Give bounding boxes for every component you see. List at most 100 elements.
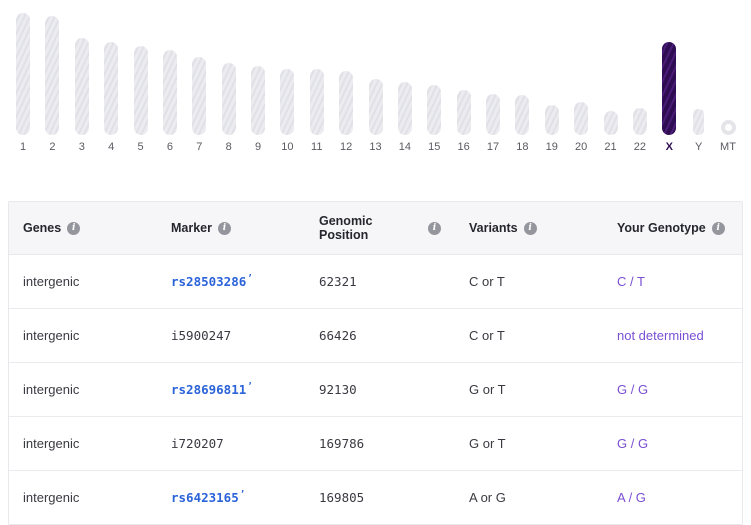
chromosome-Y-label: Y xyxy=(694,141,703,153)
chromosome-2[interactable]: 2 xyxy=(39,16,65,153)
genotype-cell: A / G xyxy=(603,470,742,525)
column-header-marker: Marker xyxy=(157,202,305,255)
chromosome-11-label: 11 xyxy=(311,141,323,153)
chromosome-14[interactable]: 14 xyxy=(392,82,418,153)
chromosome-10-shape xyxy=(280,69,295,135)
chromosome-1-label: 1 xyxy=(19,141,27,153)
column-header-genes-label: Genes xyxy=(23,221,62,235)
chromosome-19-label: 19 xyxy=(545,141,558,153)
variants-cell: A or G xyxy=(455,470,603,525)
column-header-genomic-position: Genomic Position xyxy=(305,202,455,255)
chromosome-ideogram: 1 2 3 4 5 6 7 8 9 10 11 12 13 14 15 16 1… xyxy=(0,0,751,153)
table-row: intergenic rs6423165 169805 A or G A / G xyxy=(9,470,742,525)
chromosome-10-label: 10 xyxy=(281,141,294,153)
gene-cell: intergenic xyxy=(9,416,157,472)
citation-mark-icon xyxy=(240,490,245,500)
chromosome-11-shape xyxy=(309,69,324,135)
info-icon[interactable] xyxy=(218,221,231,235)
chromosome-4[interactable]: 4 xyxy=(98,42,124,153)
chromosome-X[interactable]: X xyxy=(656,42,682,153)
chromosome-14-shape xyxy=(397,82,412,135)
table-row: intergenic i720207 169786 G or T G / G xyxy=(9,416,742,472)
table-header-row: Genes Marker Genomic Position xyxy=(9,202,742,255)
chromosome-19[interactable]: 19 xyxy=(539,105,565,153)
chromosome-16[interactable]: 16 xyxy=(451,90,477,153)
marker-link[interactable]: rs28503286 xyxy=(171,274,253,289)
info-icon[interactable] xyxy=(523,221,537,235)
chromosome-21[interactable]: 21 xyxy=(598,111,624,153)
chromosome-20[interactable]: 20 xyxy=(568,102,594,153)
chromosome-22-label: 22 xyxy=(633,141,646,153)
chromosome-X-shape xyxy=(662,42,677,135)
info-icon[interactable] xyxy=(428,221,441,235)
chromosome-17-label: 17 xyxy=(486,141,500,153)
chromosome-18-shape xyxy=(515,95,530,135)
genotype-cell: G / G xyxy=(603,362,742,418)
chromosome-14-label: 14 xyxy=(398,141,411,153)
info-icon[interactable] xyxy=(711,221,725,235)
chromosome-7[interactable]: 7 xyxy=(186,57,212,153)
column-header-variants-label: Variants xyxy=(469,221,518,235)
marker-text: i720207 xyxy=(171,436,224,452)
genomic-position-cell: 169786 xyxy=(305,416,455,472)
chromosome-7-label: 7 xyxy=(196,141,203,153)
chromosome-15-label: 15 xyxy=(428,141,441,153)
column-header-genes: Genes xyxy=(9,202,157,255)
chromosome-13[interactable]: 13 xyxy=(363,79,389,153)
table-row: intergenic i5900247 66426 C or T not det… xyxy=(9,308,742,364)
chromosome-6-shape xyxy=(162,50,177,135)
table-row: intergenic rs28503286 62321 C or T C / T xyxy=(9,254,742,310)
chromosome-9-shape xyxy=(251,66,265,135)
genotype-cell: not determined xyxy=(603,308,742,364)
genomic-position-cell: 66426 xyxy=(305,308,455,364)
marker-cell: i5900247 xyxy=(157,308,305,364)
column-header-marker-label: Marker xyxy=(171,221,212,235)
marker-link[interactable]: rs6423165 xyxy=(171,490,245,505)
chromosome-6-label: 6 xyxy=(166,141,173,153)
chromosome-22[interactable]: 22 xyxy=(627,108,653,153)
chromosome-17-shape xyxy=(486,94,500,135)
chromosome-22-shape xyxy=(632,108,647,135)
chromosome-8-label: 8 xyxy=(225,141,232,153)
marker-cell: rs28696811 xyxy=(157,362,305,418)
gene-cell: intergenic xyxy=(9,254,157,310)
chromosome-4-shape xyxy=(104,42,119,135)
chromosome-3[interactable]: 3 xyxy=(69,38,95,153)
chromosome-13-shape xyxy=(368,79,383,135)
chromosome-6[interactable]: 6 xyxy=(157,50,183,153)
chromosome-13-label: 13 xyxy=(369,141,382,153)
chromosome-8[interactable]: 8 xyxy=(216,63,242,153)
chromosome-8-shape xyxy=(221,63,236,135)
marker-cell: i720207 xyxy=(157,416,305,472)
chromosome-15[interactable]: 15 xyxy=(421,85,447,153)
chromosome-3-label: 3 xyxy=(78,141,85,153)
chromosome-9[interactable]: 9 xyxy=(245,66,271,153)
gene-cell: intergenic xyxy=(9,308,157,364)
chromosome-11[interactable]: 11 xyxy=(304,69,330,153)
chromosome-17[interactable]: 17 xyxy=(480,94,506,153)
chromosome-12[interactable]: 12 xyxy=(333,71,359,153)
chromosome-18[interactable]: 18 xyxy=(509,95,535,153)
genomic-position-cell: 92130 xyxy=(305,362,455,418)
chromosome-12-shape xyxy=(339,71,354,135)
variants-cell: C or T xyxy=(455,308,603,364)
column-header-genomic-position-label: Genomic Position xyxy=(319,214,373,242)
genotype-cell: C / T xyxy=(603,254,742,310)
marker-cell: rs28503286 xyxy=(157,254,305,310)
chromosome-10[interactable]: 10 xyxy=(274,69,300,153)
column-header-variants: Variants xyxy=(455,202,603,255)
chromosome-5[interactable]: 5 xyxy=(128,46,154,153)
genomic-position-cell: 62321 xyxy=(305,254,455,310)
chromosome-MT[interactable]: MT xyxy=(715,120,741,153)
marker-link[interactable]: rs28696811 xyxy=(171,382,253,397)
chromosome-Y[interactable]: Y xyxy=(686,109,712,153)
chromosome-Y-shape xyxy=(693,109,705,135)
chromosome-2-label: 2 xyxy=(49,141,56,153)
chromosome-21-shape xyxy=(603,111,618,135)
chromosome-7-shape xyxy=(192,57,207,135)
info-icon[interactable] xyxy=(67,221,81,235)
chromosome-5-label: 5 xyxy=(137,141,144,153)
gene-cell: intergenic xyxy=(9,470,157,525)
table-row: intergenic rs28696811 92130 G or T G / G xyxy=(9,362,742,418)
chromosome-1[interactable]: 1 xyxy=(10,13,36,153)
